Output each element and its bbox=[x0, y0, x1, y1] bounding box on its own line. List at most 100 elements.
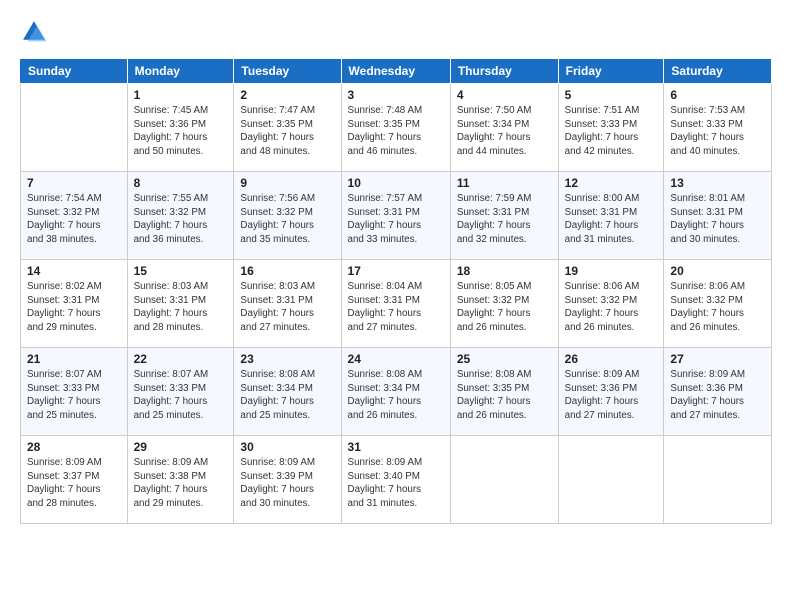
calendar-cell: 8 Sunrise: 7:55 AMSunset: 3:32 PMDaylight… bbox=[127, 172, 234, 260]
day-info: Sunrise: 8:08 AMSunset: 3:35 PMDaylight:… bbox=[457, 368, 552, 423]
calendar-cell: 1 Sunrise: 7:45 AMSunset: 3:36 PMDaylight… bbox=[127, 84, 234, 172]
day-info: Sunrise: 7:53 AMSunset: 3:33 PMDaylight:… bbox=[670, 104, 765, 159]
day-number: 11 bbox=[457, 176, 552, 190]
calendar-cell: 2 Sunrise: 7:47 AMSunset: 3:35 PMDaylight… bbox=[234, 84, 341, 172]
day-number: 28 bbox=[27, 440, 121, 454]
calendar-cell: 26Sunrise: 8:09 AMSunset: 3:36 PMDayligh… bbox=[558, 348, 664, 436]
day-info: Sunrise: 8:03 AMSunset: 3:31 PMDaylight:… bbox=[134, 280, 228, 335]
day-number: 9 bbox=[240, 176, 334, 190]
calendar-cell: 11 Sunrise: 7:59 AMSunset: 3:31 PMDayligh… bbox=[450, 172, 558, 260]
calendar-cell bbox=[664, 436, 772, 524]
day-number: 16 bbox=[240, 264, 334, 278]
day-number: 2 bbox=[240, 88, 334, 102]
calendar-cell: 12Sunrise: 8:00 AMSunset: 3:31 PMDayligh… bbox=[558, 172, 664, 260]
calendar-cell bbox=[21, 84, 128, 172]
day-info: Sunrise: 7:45 AMSunset: 3:36 PMDaylight:… bbox=[134, 104, 228, 159]
weekday-header-tuesday: Tuesday bbox=[234, 59, 341, 84]
calendar-cell: 28 Sunrise: 8:09 AMSunset: 3:37 PMDayligh… bbox=[21, 436, 128, 524]
day-number: 19 bbox=[565, 264, 658, 278]
calendar-cell: 17Sunrise: 8:04 AMSunset: 3:31 PMDayligh… bbox=[341, 260, 450, 348]
day-number: 17 bbox=[348, 264, 444, 278]
day-info: Sunrise: 8:05 AMSunset: 3:32 PMDaylight:… bbox=[457, 280, 552, 335]
weekday-header-saturday: Saturday bbox=[664, 59, 772, 84]
day-info: Sunrise: 7:55 AMSunset: 3:32 PMDaylight:… bbox=[134, 192, 228, 247]
calendar-cell bbox=[558, 436, 664, 524]
day-info: Sunrise: 8:08 AMSunset: 3:34 PMDaylight:… bbox=[240, 368, 334, 423]
calendar-cell: 13 Sunrise: 8:01 AMSunset: 3:31 PMDayligh… bbox=[664, 172, 772, 260]
day-number: 27 bbox=[670, 352, 765, 366]
calendar-cell: 24 Sunrise: 8:08 AMSunset: 3:34 PMDayligh… bbox=[341, 348, 450, 436]
logo bbox=[20, 18, 52, 46]
day-number: 22 bbox=[134, 352, 228, 366]
calendar-table: SundayMondayTuesdayWednesdayThursdayFrid… bbox=[20, 58, 772, 524]
calendar-cell bbox=[450, 436, 558, 524]
calendar-week-row: 28 Sunrise: 8:09 AMSunset: 3:37 PMDayligh… bbox=[21, 436, 772, 524]
day-info: Sunrise: 8:08 AMSunset: 3:34 PMDaylight:… bbox=[348, 368, 444, 423]
weekday-header-thursday: Thursday bbox=[450, 59, 558, 84]
day-info: Sunrise: 7:54 AMSunset: 3:32 PMDaylight:… bbox=[27, 192, 121, 247]
page: SundayMondayTuesdayWednesdayThursdayFrid… bbox=[0, 0, 792, 612]
weekday-header-row: SundayMondayTuesdayWednesdayThursdayFrid… bbox=[21, 59, 772, 84]
day-number: 14 bbox=[27, 264, 121, 278]
header bbox=[20, 18, 772, 46]
day-number: 13 bbox=[670, 176, 765, 190]
day-number: 26 bbox=[565, 352, 658, 366]
day-number: 31 bbox=[348, 440, 444, 454]
day-info: Sunrise: 8:09 AMSunset: 3:38 PMDaylight:… bbox=[134, 456, 228, 511]
day-number: 25 bbox=[457, 352, 552, 366]
day-number: 10 bbox=[348, 176, 444, 190]
calendar-cell: 16 Sunrise: 8:03 AMSunset: 3:31 PMDayligh… bbox=[234, 260, 341, 348]
calendar-cell: 15 Sunrise: 8:03 AMSunset: 3:31 PMDayligh… bbox=[127, 260, 234, 348]
day-number: 6 bbox=[670, 88, 765, 102]
calendar-cell: 14 Sunrise: 8:02 AMSunset: 3:31 PMDayligh… bbox=[21, 260, 128, 348]
calendar-cell: 7 Sunrise: 7:54 AMSunset: 3:32 PMDaylight… bbox=[21, 172, 128, 260]
day-info: Sunrise: 8:02 AMSunset: 3:31 PMDaylight:… bbox=[27, 280, 121, 335]
weekday-header-wednesday: Wednesday bbox=[341, 59, 450, 84]
calendar-week-row: 21 Sunrise: 8:07 AMSunset: 3:33 PMDayligh… bbox=[21, 348, 772, 436]
day-number: 8 bbox=[134, 176, 228, 190]
day-number: 20 bbox=[670, 264, 765, 278]
day-number: 23 bbox=[240, 352, 334, 366]
day-number: 24 bbox=[348, 352, 444, 366]
day-number: 18 bbox=[457, 264, 552, 278]
day-number: 12 bbox=[565, 176, 658, 190]
day-info: Sunrise: 8:01 AMSunset: 3:31 PMDaylight:… bbox=[670, 192, 765, 247]
calendar-week-row: 7 Sunrise: 7:54 AMSunset: 3:32 PMDaylight… bbox=[21, 172, 772, 260]
calendar-week-row: 14 Sunrise: 8:02 AMSunset: 3:31 PMDayligh… bbox=[21, 260, 772, 348]
day-number: 4 bbox=[457, 88, 552, 102]
calendar-cell: 25 Sunrise: 8:08 AMSunset: 3:35 PMDayligh… bbox=[450, 348, 558, 436]
day-number: 7 bbox=[27, 176, 121, 190]
calendar-cell: 20 Sunrise: 8:06 AMSunset: 3:32 PMDayligh… bbox=[664, 260, 772, 348]
day-number: 21 bbox=[27, 352, 121, 366]
calendar-cell: 19 Sunrise: 8:06 AMSunset: 3:32 PMDayligh… bbox=[558, 260, 664, 348]
day-number: 15 bbox=[134, 264, 228, 278]
calendar-cell: 21 Sunrise: 8:07 AMSunset: 3:33 PMDayligh… bbox=[21, 348, 128, 436]
day-info: Sunrise: 8:09 AMSunset: 3:40 PMDaylight:… bbox=[348, 456, 444, 511]
day-info: Sunrise: 7:47 AMSunset: 3:35 PMDaylight:… bbox=[240, 104, 334, 159]
weekday-header-monday: Monday bbox=[127, 59, 234, 84]
calendar-cell: 4 Sunrise: 7:50 AMSunset: 3:34 PMDaylight… bbox=[450, 84, 558, 172]
day-info: Sunrise: 7:48 AMSunset: 3:35 PMDaylight:… bbox=[348, 104, 444, 159]
day-info: Sunrise: 8:06 AMSunset: 3:32 PMDaylight:… bbox=[670, 280, 765, 335]
calendar-cell: 10 Sunrise: 7:57 AMSunset: 3:31 PMDayligh… bbox=[341, 172, 450, 260]
day-info: Sunrise: 7:56 AMSunset: 3:32 PMDaylight:… bbox=[240, 192, 334, 247]
day-info: Sunrise: 8:07 AMSunset: 3:33 PMDaylight:… bbox=[27, 368, 121, 423]
day-info: Sunrise: 8:03 AMSunset: 3:31 PMDaylight:… bbox=[240, 280, 334, 335]
calendar-cell: 31 Sunrise: 8:09 AMSunset: 3:40 PMDayligh… bbox=[341, 436, 450, 524]
day-number: 1 bbox=[134, 88, 228, 102]
day-info: Sunrise: 7:51 AMSunset: 3:33 PMDaylight:… bbox=[565, 104, 658, 159]
weekday-header-friday: Friday bbox=[558, 59, 664, 84]
calendar-cell: 22Sunrise: 8:07 AMSunset: 3:33 PMDayligh… bbox=[127, 348, 234, 436]
calendar-cell: 18 Sunrise: 8:05 AMSunset: 3:32 PMDayligh… bbox=[450, 260, 558, 348]
day-info: Sunrise: 7:50 AMSunset: 3:34 PMDaylight:… bbox=[457, 104, 552, 159]
day-info: Sunrise: 8:06 AMSunset: 3:32 PMDaylight:… bbox=[565, 280, 658, 335]
day-info: Sunrise: 7:59 AMSunset: 3:31 PMDaylight:… bbox=[457, 192, 552, 247]
day-number: 5 bbox=[565, 88, 658, 102]
day-info: Sunrise: 8:09 AMSunset: 3:37 PMDaylight:… bbox=[27, 456, 121, 511]
day-number: 3 bbox=[348, 88, 444, 102]
day-info: Sunrise: 7:57 AMSunset: 3:31 PMDaylight:… bbox=[348, 192, 444, 247]
weekday-header-sunday: Sunday bbox=[21, 59, 128, 84]
calendar-cell: 9 Sunrise: 7:56 AMSunset: 3:32 PMDaylight… bbox=[234, 172, 341, 260]
logo-icon bbox=[20, 18, 48, 46]
day-info: Sunrise: 8:09 AMSunset: 3:39 PMDaylight:… bbox=[240, 456, 334, 511]
